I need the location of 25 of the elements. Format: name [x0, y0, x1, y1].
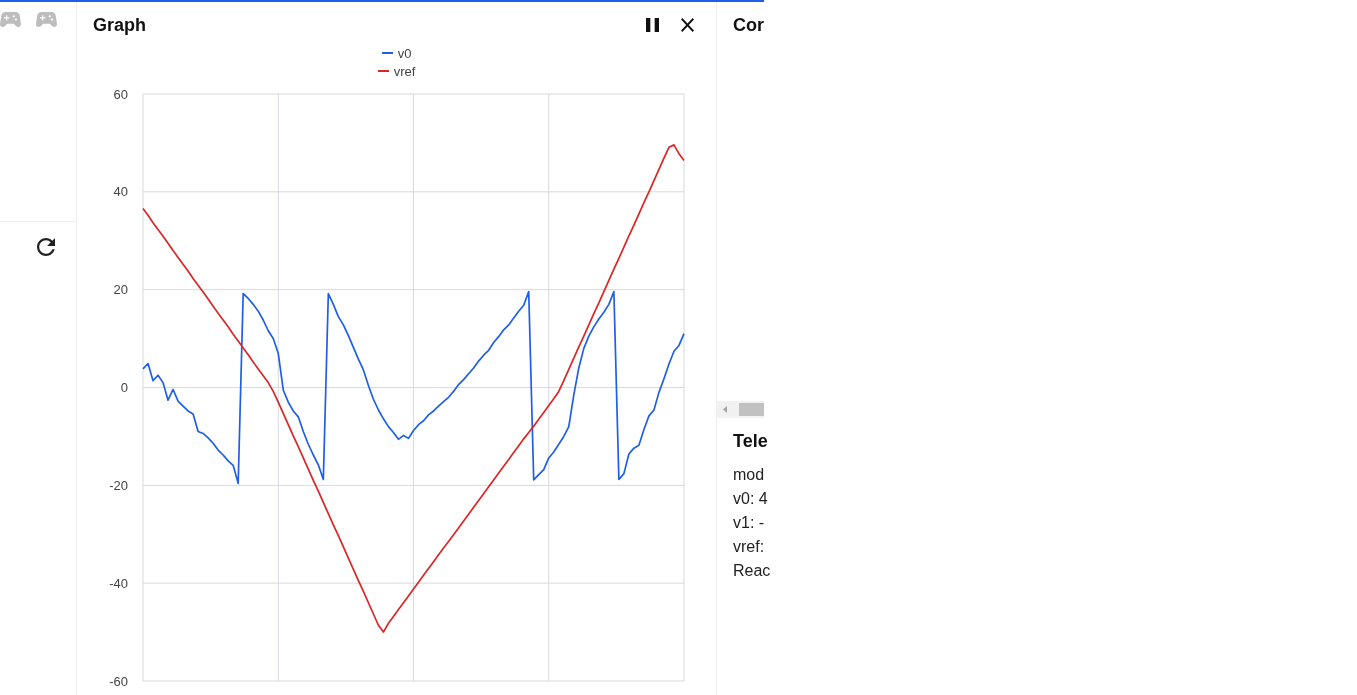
y-axis-label: -40 — [109, 575, 128, 591]
telemetry-line: vref: — [733, 537, 765, 557]
horizontal-scrollbar[interactable] — [717, 401, 764, 418]
refresh-icon[interactable] — [37, 238, 55, 256]
telemetry-line: Reac — [733, 561, 771, 581]
panel-title: Cor — [733, 14, 764, 36]
y-axis-label: 20 — [113, 282, 128, 298]
section-title: Tele — [733, 430, 768, 453]
y-axis-label: 40 — [113, 184, 128, 200]
telemetry-line: v0: 4 — [733, 489, 768, 509]
panel-title: Graph — [93, 14, 146, 36]
y-axis-label: -60 — [109, 673, 128, 689]
pause-icon[interactable] — [646, 18, 659, 32]
gamepad-icon[interactable] — [0, 12, 21, 27]
telemetry-line: mod — [733, 465, 765, 485]
y-axis-label: -20 — [109, 477, 128, 493]
scrollbar-thumb[interactable] — [739, 403, 764, 416]
scroll-left-icon[interactable] — [723, 406, 727, 413]
y-axis-label: 0 — [120, 380, 128, 396]
telemetry-line: v1: - — [733, 513, 765, 533]
close-icon[interactable] — [681, 18, 694, 32]
gamepad-icon[interactable] — [36, 12, 57, 27]
legend-label: v0 — [397, 45, 412, 61]
legend-label: vref — [393, 63, 416, 79]
y-axis-label: 60 — [113, 86, 128, 102]
